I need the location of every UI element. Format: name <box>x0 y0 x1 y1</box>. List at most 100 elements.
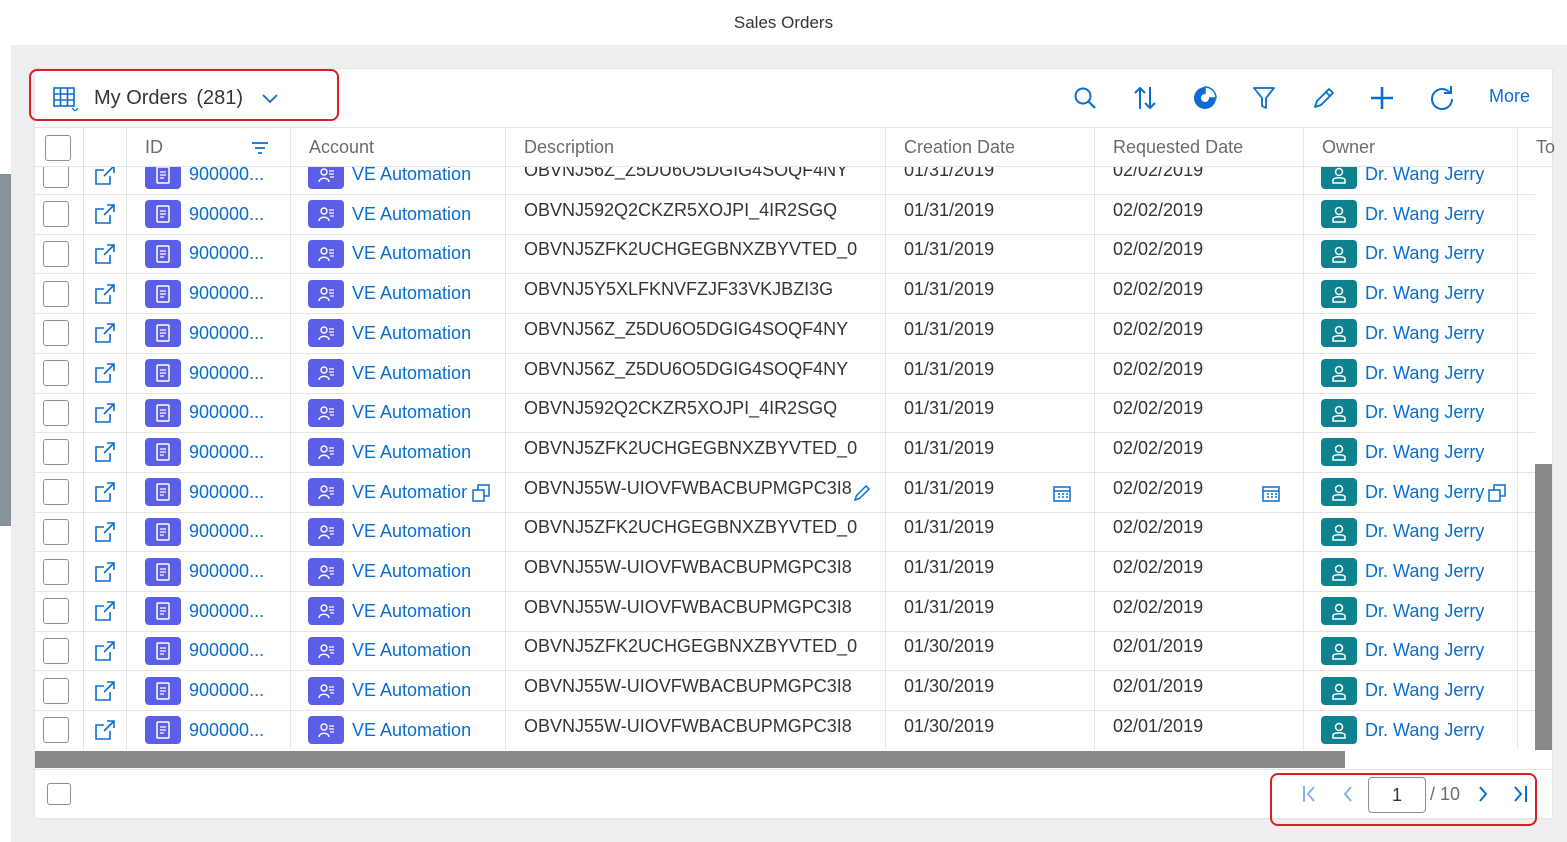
footer-select-checkbox[interactable] <box>47 783 71 805</box>
account-link[interactable]: VE Automation <box>352 243 471 264</box>
row-checkbox[interactable] <box>43 677 69 704</box>
calendar-icon[interactable] <box>1052 483 1072 503</box>
open-external-icon[interactable] <box>94 362 116 384</box>
order-id-link[interactable]: 900000... <box>189 363 264 384</box>
table-row[interactable]: 900000... VE Automation OBVNJ592Q2CKZR5XOJ… <box>35 194 1535 235</box>
filter-button[interactable] <box>1250 84 1278 112</box>
row-checkbox[interactable] <box>43 637 69 664</box>
open-external-icon[interactable] <box>94 481 116 503</box>
th-account[interactable]: Account <box>291 128 506 167</box>
owner-link[interactable]: Dr. Wang Jerry <box>1365 167 1484 185</box>
owner-link[interactable]: Dr. Wang Jerry <box>1365 402 1484 423</box>
order-id-link[interactable]: 900000... <box>189 167 264 185</box>
owner-link[interactable]: Dr. Wang Jerry <box>1365 561 1484 582</box>
row-checkbox[interactable] <box>43 518 69 545</box>
row-checkbox[interactable] <box>43 717 69 744</box>
open-external-icon[interactable] <box>94 561 116 583</box>
quick-view-icon[interactable] <box>471 483 491 503</box>
owner-link[interactable]: Dr. Wang Jerry <box>1365 680 1484 701</box>
open-external-icon[interactable] <box>94 402 116 424</box>
account-link[interactable]: VE Automation <box>352 283 471 304</box>
table-row[interactable]: 900000... VE Automation OBVNJ55W-UIOVFWBAC… <box>35 552 1535 592</box>
group-button[interactable] <box>1191 84 1219 112</box>
table-row[interactable]: 900000... VE Automation OBVNJ5ZFK2UCHGEGBN… <box>35 234 1535 275</box>
row-checkbox[interactable] <box>43 598 69 625</box>
order-id-link[interactable]: 900000... <box>189 561 264 582</box>
pencil-icon[interactable] <box>852 483 872 503</box>
account-link[interactable]: VE Automation <box>352 720 471 741</box>
sort-button[interactable] <box>1131 84 1159 112</box>
row-checkbox[interactable] <box>43 360 69 386</box>
open-external-icon[interactable] <box>94 441 116 463</box>
order-id-link[interactable]: 900000... <box>189 720 264 741</box>
th-owner[interactable]: Owner <box>1304 128 1518 167</box>
quick-view-icon[interactable] <box>1487 483 1507 503</box>
table-row[interactable]: 900000... VE Automation OBVNJ56Z_Z5DU6O5DG… <box>35 353 1535 394</box>
order-id-link[interactable]: 900000... <box>189 323 264 344</box>
th-description[interactable]: Description <box>506 128 886 167</box>
row-checkbox[interactable] <box>43 201 69 228</box>
account-link[interactable]: VE Automation <box>352 204 471 225</box>
order-id-link[interactable]: 900000... <box>189 243 264 264</box>
owner-link[interactable]: Dr. Wang Jerry <box>1365 720 1484 741</box>
row-checkbox[interactable] <box>43 558 69 585</box>
table-row[interactable]: 900000... VE Automation OBVNJ5Y5XLFKNVFZJF… <box>35 274 1535 315</box>
open-external-icon[interactable] <box>94 283 116 305</box>
table-row[interactable]: 900000... VE Automation OBVNJ5ZFK2UCHGEGBN… <box>35 631 1535 672</box>
open-external-icon[interactable] <box>94 719 116 741</box>
table-row[interactable]: 900000... VE Automation OBVNJ5ZFK2UCHGEGBN… <box>35 432 1535 473</box>
account-link[interactable]: VE Automation <box>352 521 471 542</box>
order-id-link[interactable]: 900000... <box>189 283 264 304</box>
row-checkbox[interactable] <box>43 240 69 267</box>
table-row[interactable]: 900000... VE Automation OBVNJ55W-UIOVFWBAC… <box>35 710 1535 750</box>
order-id-link[interactable]: 900000... <box>189 442 264 463</box>
row-checkbox[interactable] <box>43 167 69 188</box>
owner-link[interactable]: Dr. Wang Jerry <box>1365 601 1484 622</box>
account-link[interactable]: VE Automation <box>352 640 471 661</box>
order-id-link[interactable]: 900000... <box>189 402 264 423</box>
open-external-icon[interactable] <box>94 322 116 344</box>
horizontal-scrollbar-thumb[interactable] <box>35 751 1345 768</box>
row-checkbox[interactable] <box>43 280 69 307</box>
refresh-button[interactable] <box>1428 84 1456 112</box>
table-row[interactable]: 900000... VE Automation OBVNJ56Z_Z5DU6O5DG… <box>35 313 1535 354</box>
account-link[interactable]: VE Automation <box>352 323 471 344</box>
order-id-link[interactable]: 900000... <box>189 680 264 701</box>
table-row[interactable]: 900000... VE Automation OBVNJ55W-UIOVFWBAC… <box>35 671 1535 712</box>
open-external-icon[interactable] <box>94 680 116 702</box>
owner-link[interactable]: Dr. Wang Jerry <box>1365 482 1484 503</box>
account-link[interactable]: VE Automation <box>352 402 471 423</box>
open-external-icon[interactable] <box>94 167 116 186</box>
order-id-link[interactable]: 900000... <box>189 601 264 622</box>
order-id-link[interactable]: 900000... <box>189 640 264 661</box>
account-link[interactable]: VE Automation <box>352 167 471 185</box>
order-id-link[interactable]: 900000... <box>189 521 264 542</box>
more-button[interactable]: More <box>1489 86 1530 107</box>
order-id-link[interactable]: 900000... <box>189 204 264 225</box>
account-link[interactable]: VE Automation <box>352 482 467 503</box>
owner-link[interactable]: Dr. Wang Jerry <box>1365 204 1484 225</box>
owner-link[interactable]: Dr. Wang Jerry <box>1365 243 1484 264</box>
owner-link[interactable]: Dr. Wang Jerry <box>1365 283 1484 304</box>
row-checkbox[interactable] <box>43 479 69 506</box>
row-checkbox[interactable] <box>43 439 69 466</box>
open-external-icon[interactable] <box>94 243 116 265</box>
th-requested-date[interactable]: Requested Date <box>1095 128 1304 167</box>
table-row[interactable]: 900000... VE Automation OBVNJ5ZFK2UCHGEGBN… <box>35 512 1535 553</box>
open-external-icon[interactable] <box>94 640 116 662</box>
table-row[interactable]: 900000... VE Automation OBVNJ592Q2CKZR5XOJ… <box>35 393 1535 434</box>
add-button[interactable] <box>1368 84 1396 112</box>
table-row[interactable]: 900000... VE Automation OBVNJ55W-UIOVFWBAC… <box>35 472 1535 513</box>
calendar-icon[interactable] <box>1261 483 1281 503</box>
open-external-icon[interactable] <box>94 203 116 225</box>
table-row[interactable]: 900000... VE Automation OBVNJ56Z_Z5DU6O5DG… <box>35 167 1535 195</box>
account-link[interactable]: VE Automation <box>352 561 471 582</box>
account-link[interactable]: VE Automation <box>352 601 471 622</box>
th-to[interactable]: To <box>1518 128 1555 167</box>
owner-link[interactable]: Dr. Wang Jerry <box>1365 363 1484 384</box>
th-id[interactable]: ID <box>127 128 291 167</box>
edit-button[interactable] <box>1310 84 1338 112</box>
vertical-scrollbar-thumb[interactable] <box>1535 464 1552 750</box>
owner-link[interactable]: Dr. Wang Jerry <box>1365 521 1484 542</box>
row-checkbox[interactable] <box>43 399 69 426</box>
